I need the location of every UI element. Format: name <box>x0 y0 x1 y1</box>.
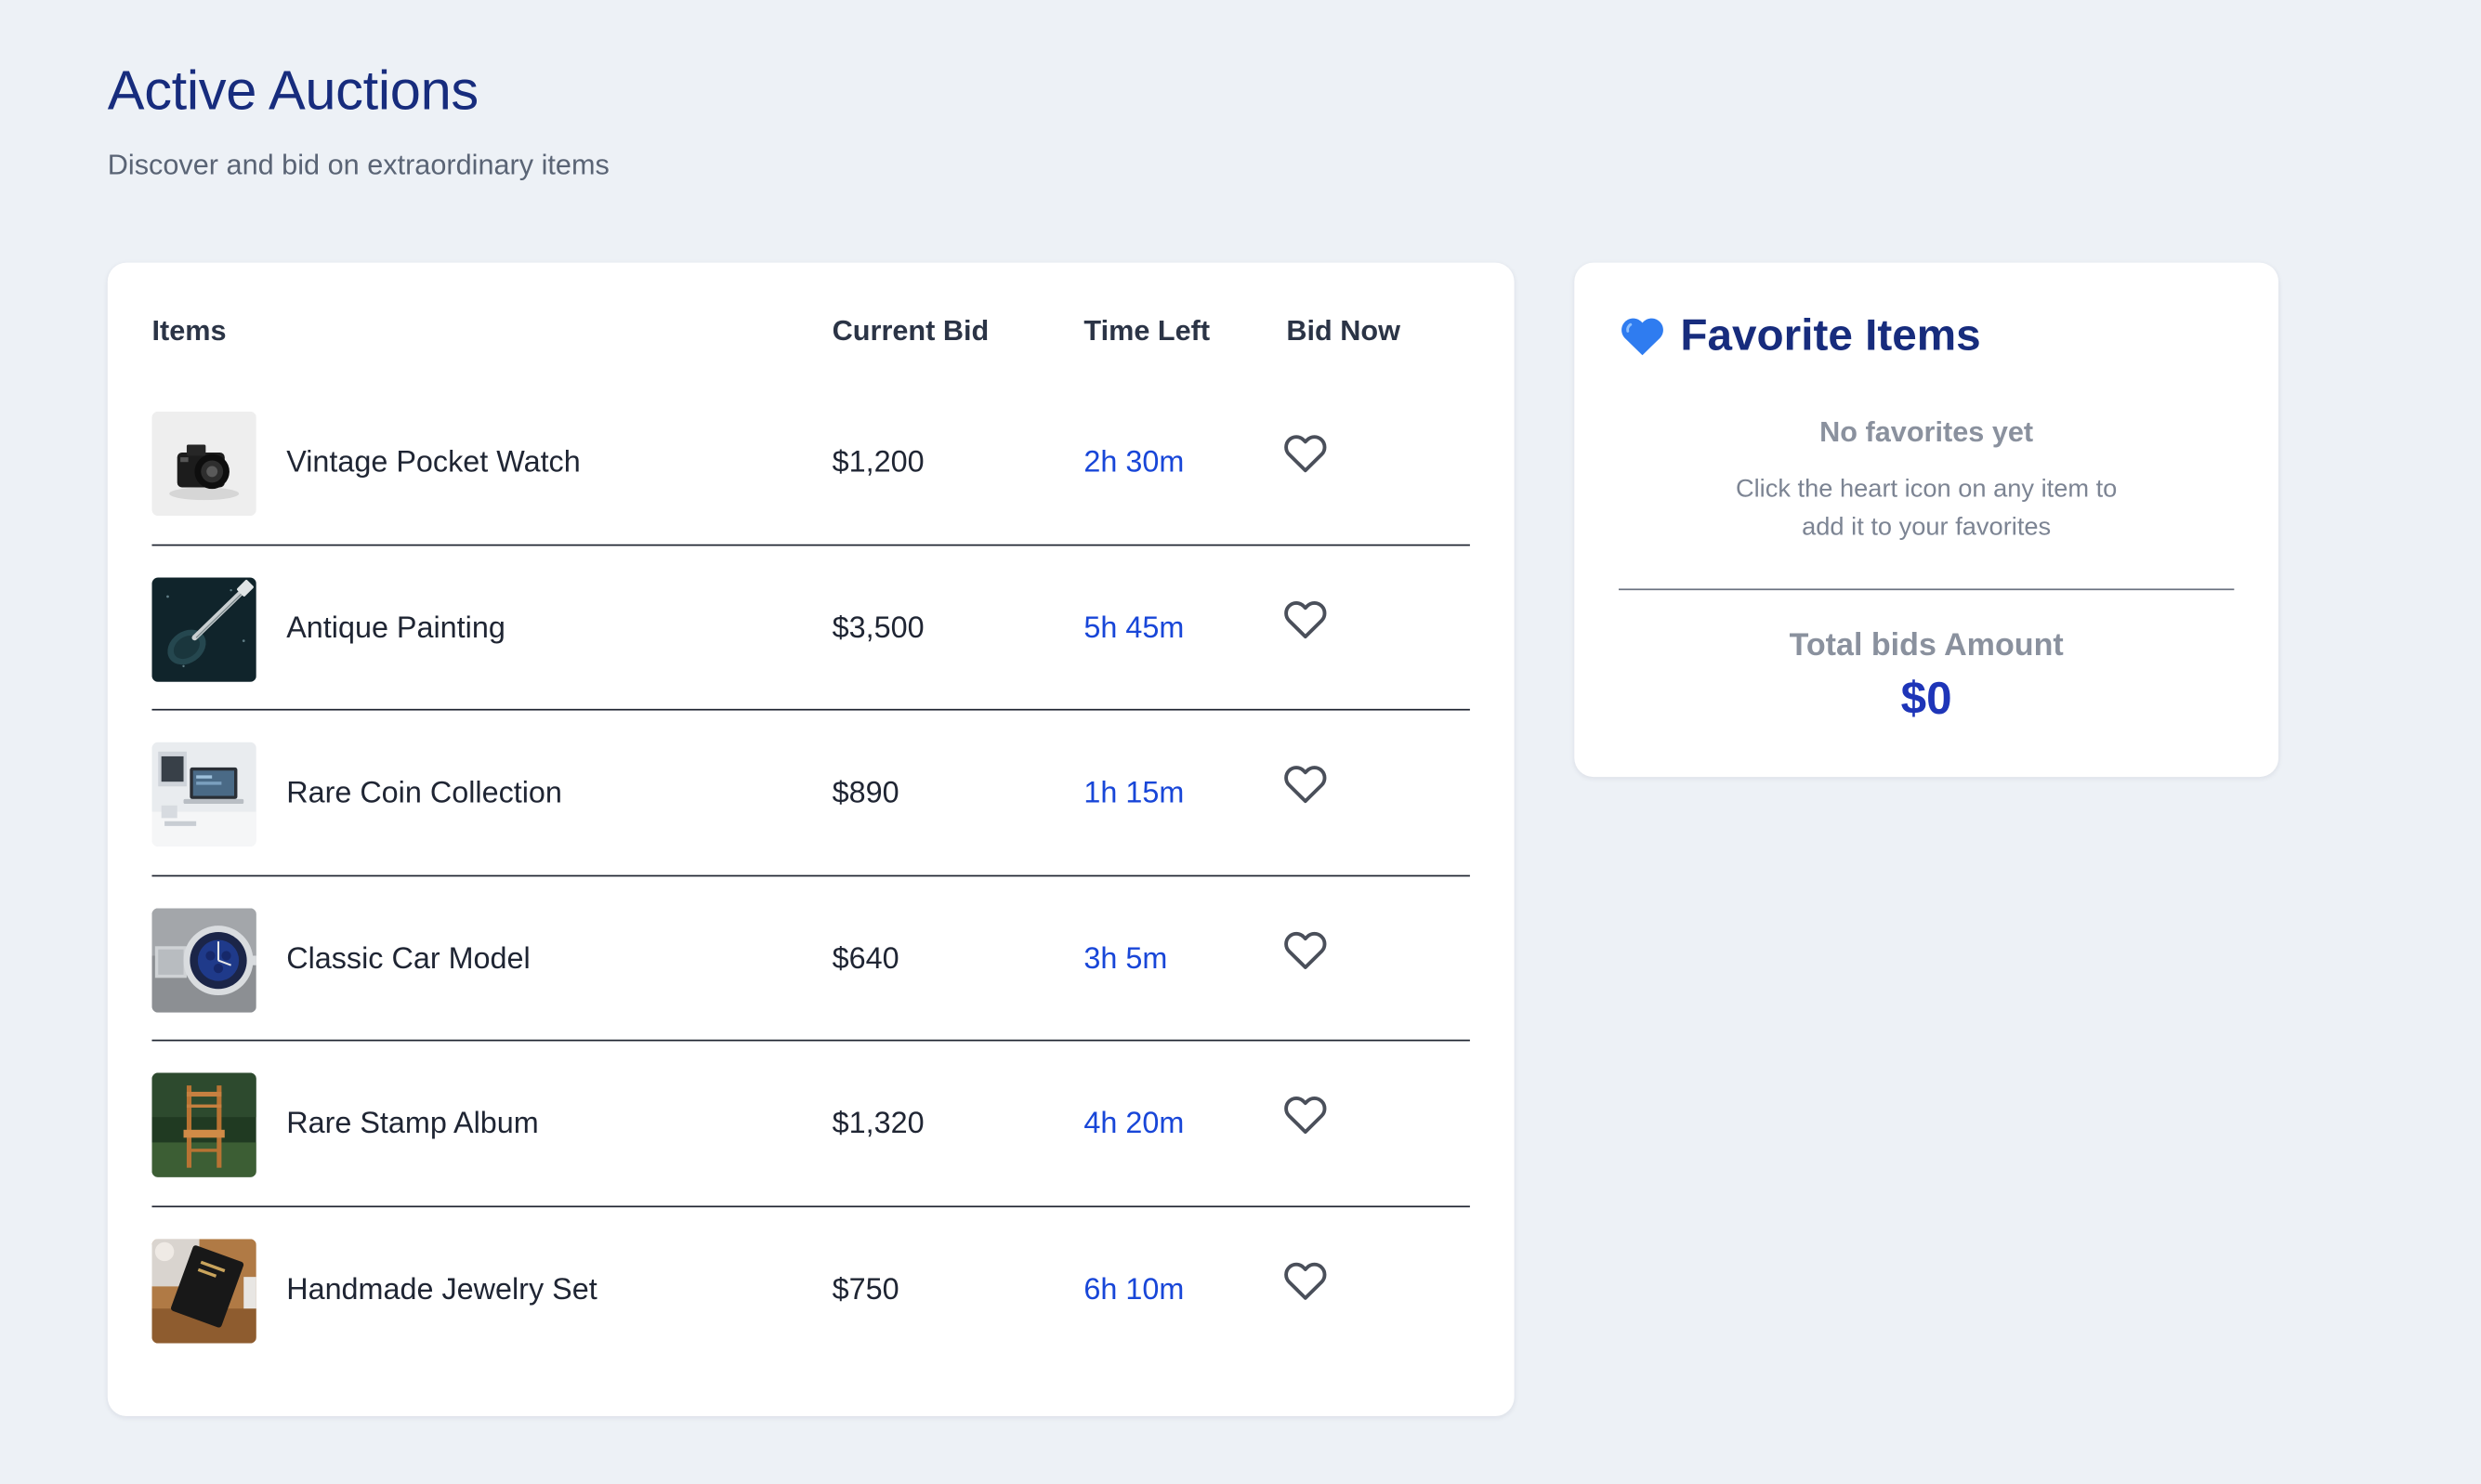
favorites-empty-hint: Click the heart icon on any item to add … <box>1735 476 2118 542</box>
favorite-heart-button[interactable] <box>1280 1254 1331 1304</box>
item-name: Classic Car Model <box>286 942 531 976</box>
column-header-current-bid: Current Bid <box>832 314 990 347</box>
heart-outline-icon <box>1284 1096 1327 1134</box>
favorite-heart-button[interactable] <box>1280 1089 1331 1139</box>
item-thumbnail-wooden-chair <box>151 1072 256 1177</box>
item-name: Vintage Pocket Watch <box>286 446 581 479</box>
time-left: 6h 10m <box>1083 1272 1185 1307</box>
time-left: 3h 5m <box>1083 942 1168 976</box>
current-bid: $1,200 <box>832 446 925 479</box>
heart-outline-icon <box>1284 600 1327 638</box>
item-thumbnail-book <box>151 1238 256 1343</box>
favorites-panel: Favorite Items No favorites yet Click th… <box>1574 262 2279 778</box>
table-header: Items Current Bid Time Left Bid Now <box>151 315 1469 347</box>
favorite-heart-button[interactable] <box>1280 593 1331 643</box>
time-left: 5h 45m <box>1083 611 1185 645</box>
favorite-heart-button[interactable] <box>1280 924 1331 974</box>
auction-rows: Vintage Pocket Watch $1,200 2h 30m Antiq… <box>151 380 1470 1372</box>
current-bid: $1,320 <box>832 1107 925 1141</box>
heart-outline-icon <box>1284 435 1327 473</box>
favorites-divider <box>1618 588 2235 591</box>
favorites-title: Favorite Items <box>1619 310 1981 361</box>
current-bid: $890 <box>832 777 899 810</box>
item-name: Rare Stamp Album <box>286 1107 539 1141</box>
page-title: Active Auctions <box>107 59 479 123</box>
item-thumbnail-guitar <box>151 576 256 682</box>
favorites-empty-title: No favorites yet <box>1819 415 2034 448</box>
heart-outline-icon <box>1284 766 1327 804</box>
table-row: Antique Painting $3,500 5h 45m <box>151 545 1470 711</box>
total-bids-value: $0 <box>1900 674 1952 725</box>
item-name: Antique Painting <box>286 611 505 645</box>
item-name: Rare Coin Collection <box>286 777 562 810</box>
page-subtitle: Discover and bid on extraordinary items <box>107 149 610 181</box>
favorites-title-text: Favorite Items <box>1680 309 1981 360</box>
blue-heart-icon <box>1621 318 1663 356</box>
table-row: Rare Stamp Album $1,320 4h 20m <box>151 1041 1470 1207</box>
item-thumbnail-camera <box>151 411 256 517</box>
heart-outline-icon <box>1284 931 1327 969</box>
current-bid: $3,500 <box>832 611 925 645</box>
column-header-items: Items <box>151 314 227 347</box>
time-left: 1h 15m <box>1083 777 1185 810</box>
total-bids-label: Total bids Amount <box>1789 628 2064 663</box>
time-left: 2h 30m <box>1083 446 1185 479</box>
favorite-heart-button[interactable] <box>1280 427 1331 478</box>
current-bid: $750 <box>832 1272 899 1307</box>
heart-outline-icon <box>1284 1261 1327 1299</box>
table-row: Handmade Jewelry Set $750 6h 10m <box>151 1206 1469 1372</box>
column-header-bid-now: Bid Now <box>1286 314 1400 347</box>
auction-page: Active Auctions Discover and bid on extr… <box>0 0 2481 1484</box>
favorite-heart-button[interactable] <box>1280 758 1331 808</box>
time-left: 4h 20m <box>1083 1107 1185 1141</box>
auctions-table-card: Items Current Bid Time Left Bid Now Vint… <box>107 262 1515 1417</box>
table-row: Vintage Pocket Watch $1,200 2h 30m <box>151 380 1470 545</box>
table-row: Classic Car Model $640 3h 5m <box>151 875 1470 1042</box>
item-thumbnail-laptop-desk <box>151 742 256 847</box>
column-header-time-left: Time Left <box>1083 314 1211 347</box>
item-name: Handmade Jewelry Set <box>286 1272 597 1307</box>
current-bid: $640 <box>832 942 899 976</box>
item-thumbnail-wristwatch <box>151 907 256 1012</box>
table-row: Rare Coin Collection $890 1h 15m <box>151 711 1470 876</box>
